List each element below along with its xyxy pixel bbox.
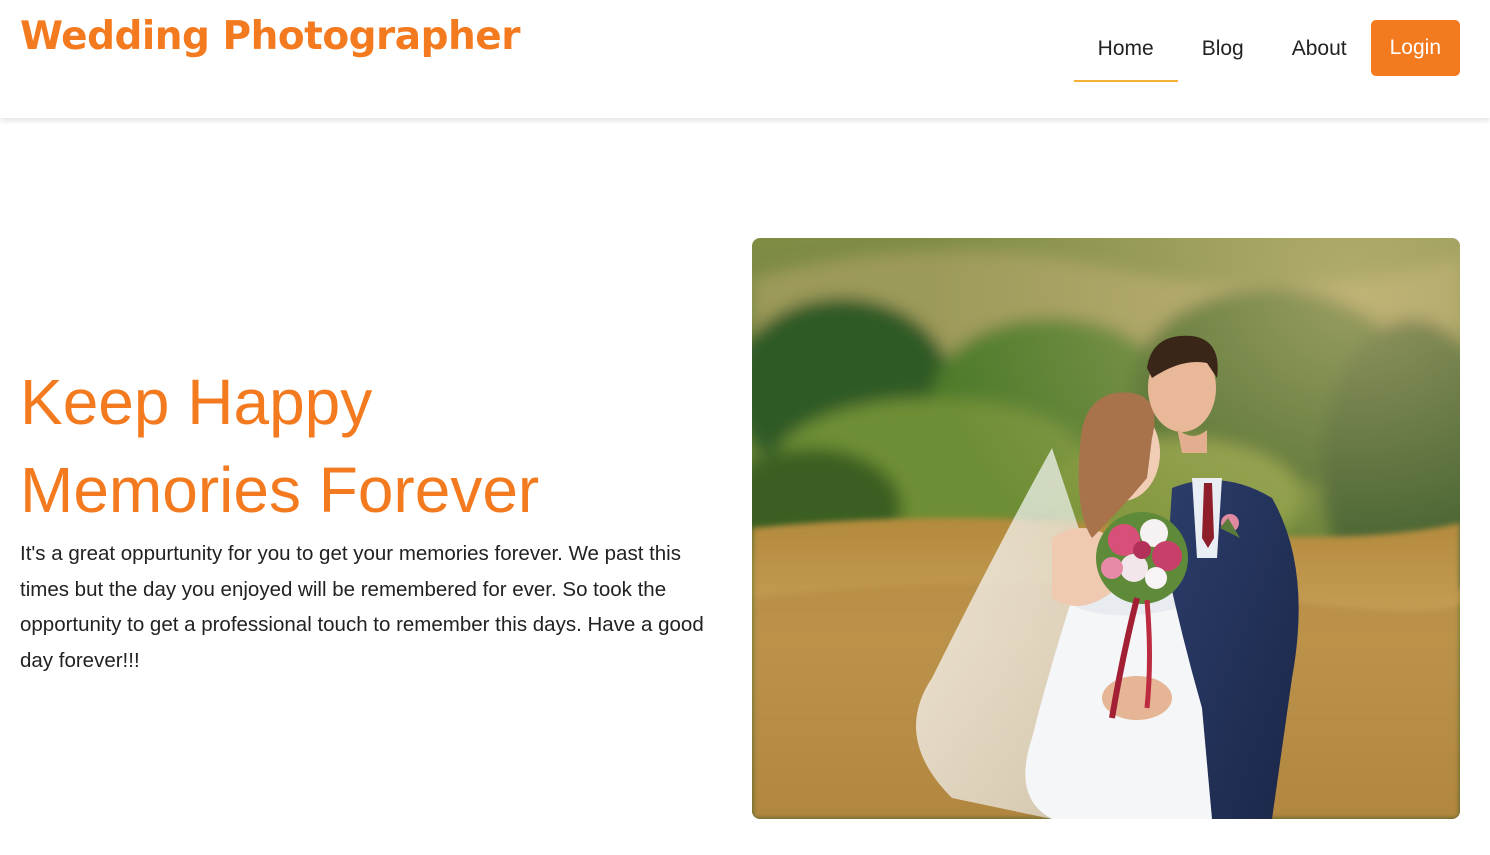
nav-about-link[interactable]: About xyxy=(1268,20,1371,80)
site-header: Wedding Photographer Home Blog About Log… xyxy=(0,0,1490,118)
hero-title-line-1: Keep Happy xyxy=(20,366,373,438)
hero-couple-photo xyxy=(752,238,1460,819)
login-button[interactable]: Login xyxy=(1370,20,1460,76)
hero-title: Keep Happy Memories Forever xyxy=(20,358,720,534)
hero-text: Keep Happy Memories Forever It's a great… xyxy=(20,358,720,678)
brand-logo-text[interactable]: Wedding Photographer xyxy=(20,10,520,64)
hero-description: It's a great oppurtunity for you to get … xyxy=(20,542,704,672)
hero-title-line-2: Memories Forever xyxy=(20,454,540,526)
nav-home-link[interactable]: Home xyxy=(1073,20,1178,82)
couple-photo-illustration xyxy=(752,238,1460,819)
main-nav: Home Blog About Login xyxy=(1073,20,1460,82)
nav-blog-link[interactable]: Blog xyxy=(1178,20,1268,80)
